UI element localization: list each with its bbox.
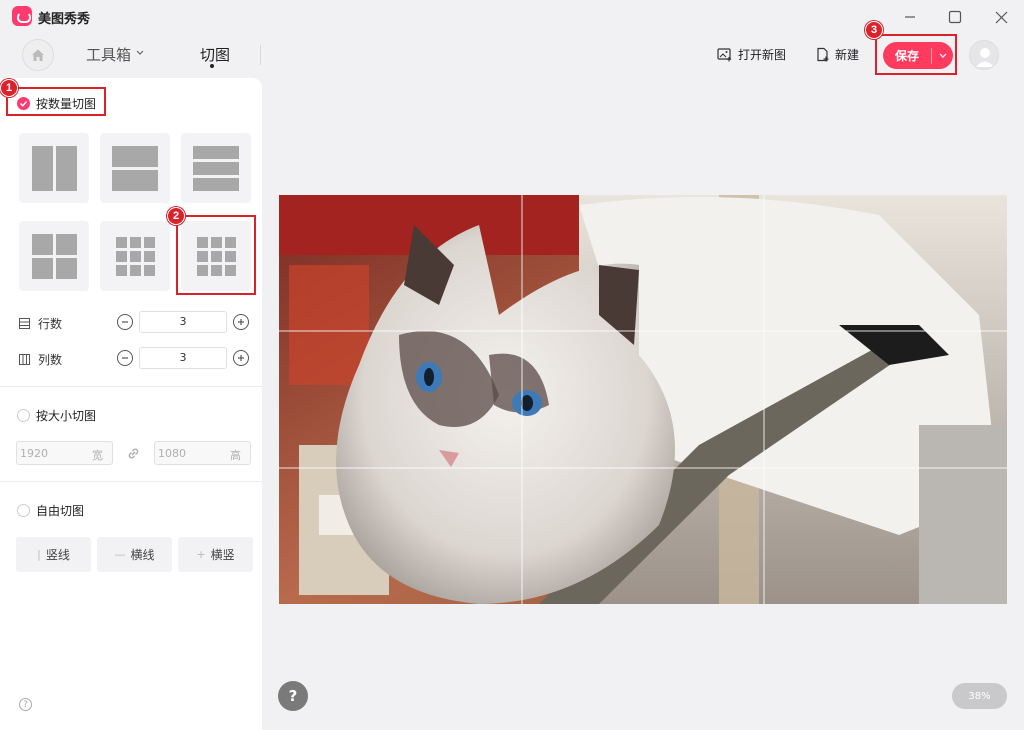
cross-line-button[interactable]: + 横竖 xyxy=(178,537,253,572)
open-new-image-button[interactable]: 打开新图 xyxy=(717,46,786,63)
layout-2x2[interactable] xyxy=(19,221,89,291)
grid-1x2-icon xyxy=(31,145,77,191)
minus-icon xyxy=(122,357,128,359)
plus-icon xyxy=(238,319,244,325)
home-icon xyxy=(32,49,44,61)
cols-stepper[interactable]: 3 xyxy=(117,347,249,369)
mode-by-size-label: 按大小切图 xyxy=(36,409,97,423)
horizontal-line-icon: — xyxy=(114,548,126,561)
grid-3x1-icon xyxy=(193,145,239,191)
annotation-box-2 xyxy=(176,215,256,295)
step-marker-1: 1 xyxy=(0,79,18,97)
annotation-box-3 xyxy=(875,34,957,75)
mode-by-size-option[interactable]: 按大小切图 xyxy=(17,407,96,424)
close-button[interactable] xyxy=(988,5,1014,29)
width-unit: 宽 xyxy=(92,449,103,462)
cross-line-label: 横竖 xyxy=(210,548,235,562)
app-logo-icon xyxy=(12,6,32,26)
new-label: 新建 xyxy=(835,48,860,62)
layout-2-columns[interactable] xyxy=(19,133,89,203)
width-input[interactable]: 1920 宽 xyxy=(16,441,113,465)
horizontal-line-label: 横线 xyxy=(130,548,155,562)
height-unit: 高 xyxy=(230,449,241,462)
maximize-icon xyxy=(948,10,962,24)
height-value: 1080 xyxy=(158,447,186,460)
horizontal-line-button[interactable]: — 横线 xyxy=(97,537,172,572)
minimize-button[interactable] xyxy=(897,5,923,29)
user-icon xyxy=(976,48,994,67)
photo-canvas[interactable] xyxy=(279,195,1007,604)
panel-divider xyxy=(0,386,262,387)
grid-2x1-icon xyxy=(112,145,158,191)
cat-photo xyxy=(279,195,1007,604)
radio-unchecked-icon xyxy=(17,504,30,517)
app-name: 美图秀秀 xyxy=(38,12,91,27)
cols-label: 列数 xyxy=(38,353,63,367)
radio-unchecked-icon xyxy=(17,409,30,422)
link-icon xyxy=(128,448,139,459)
rows-label-group: 行数 xyxy=(19,315,62,332)
vertical-line-icon: | xyxy=(37,548,41,561)
nav-divider xyxy=(260,45,261,65)
rows-stepper[interactable]: 3 xyxy=(117,311,249,333)
avatar[interactable] xyxy=(969,40,999,70)
height-input[interactable]: 1080 高 xyxy=(154,441,251,465)
rows-decrease-button[interactable] xyxy=(117,314,133,330)
rows-input[interactable]: 3 xyxy=(139,311,227,333)
help-button[interactable]: ? xyxy=(278,681,308,711)
cols-input[interactable]: 3 xyxy=(139,347,227,369)
mode-free-option[interactable]: 自由切图 xyxy=(17,502,84,519)
nav-toolbox-label: 工具箱 xyxy=(86,46,132,64)
minimize-icon xyxy=(905,16,915,18)
plus-icon xyxy=(238,355,244,361)
nav-tab-cut[interactable]: 切图 xyxy=(200,44,230,65)
columns-icon xyxy=(19,354,30,365)
rows-label: 行数 xyxy=(38,317,63,331)
rows-icon xyxy=(19,318,30,329)
open-new-image-label: 打开新图 xyxy=(738,48,787,62)
grid-3x3-icon xyxy=(115,236,155,276)
layout-3x3[interactable] xyxy=(100,221,170,291)
vertical-line-label: 竖线 xyxy=(45,548,70,562)
cols-increase-button[interactable] xyxy=(233,350,249,366)
new-file-icon xyxy=(817,47,829,62)
annotation-box-1 xyxy=(6,87,106,116)
mode-free-label: 自由切图 xyxy=(36,504,85,518)
rows-increase-button[interactable] xyxy=(233,314,249,330)
step-marker-3: 3 xyxy=(865,21,883,39)
panel-divider xyxy=(0,481,262,482)
grid-2x2-icon xyxy=(31,233,77,279)
zoom-level[interactable]: 38% xyxy=(952,683,1007,709)
nav-toolbox-menu[interactable]: 工具箱 xyxy=(86,44,144,65)
new-button[interactable]: 新建 xyxy=(816,46,859,63)
width-value: 1920 xyxy=(20,447,48,460)
vertical-line-button[interactable]: | 竖线 xyxy=(16,537,91,572)
layout-2-rows[interactable] xyxy=(100,133,170,203)
image-add-icon xyxy=(717,48,732,62)
home-button[interactable] xyxy=(22,39,54,71)
cols-decrease-button[interactable] xyxy=(117,350,133,366)
maximize-button[interactable] xyxy=(942,5,968,29)
chevron-down-icon xyxy=(136,50,144,55)
close-icon xyxy=(995,11,1007,23)
link-ratio-toggle[interactable] xyxy=(126,446,141,464)
minus-icon xyxy=(122,321,128,323)
active-tab-indicator xyxy=(210,64,214,68)
plus-icon: + xyxy=(196,548,206,561)
panel-help-icon[interactable]: ? xyxy=(19,698,32,711)
step-marker-2: 2 xyxy=(167,207,185,225)
cols-label-group: 列数 xyxy=(19,351,62,368)
layout-3-rows[interactable] xyxy=(181,133,251,203)
